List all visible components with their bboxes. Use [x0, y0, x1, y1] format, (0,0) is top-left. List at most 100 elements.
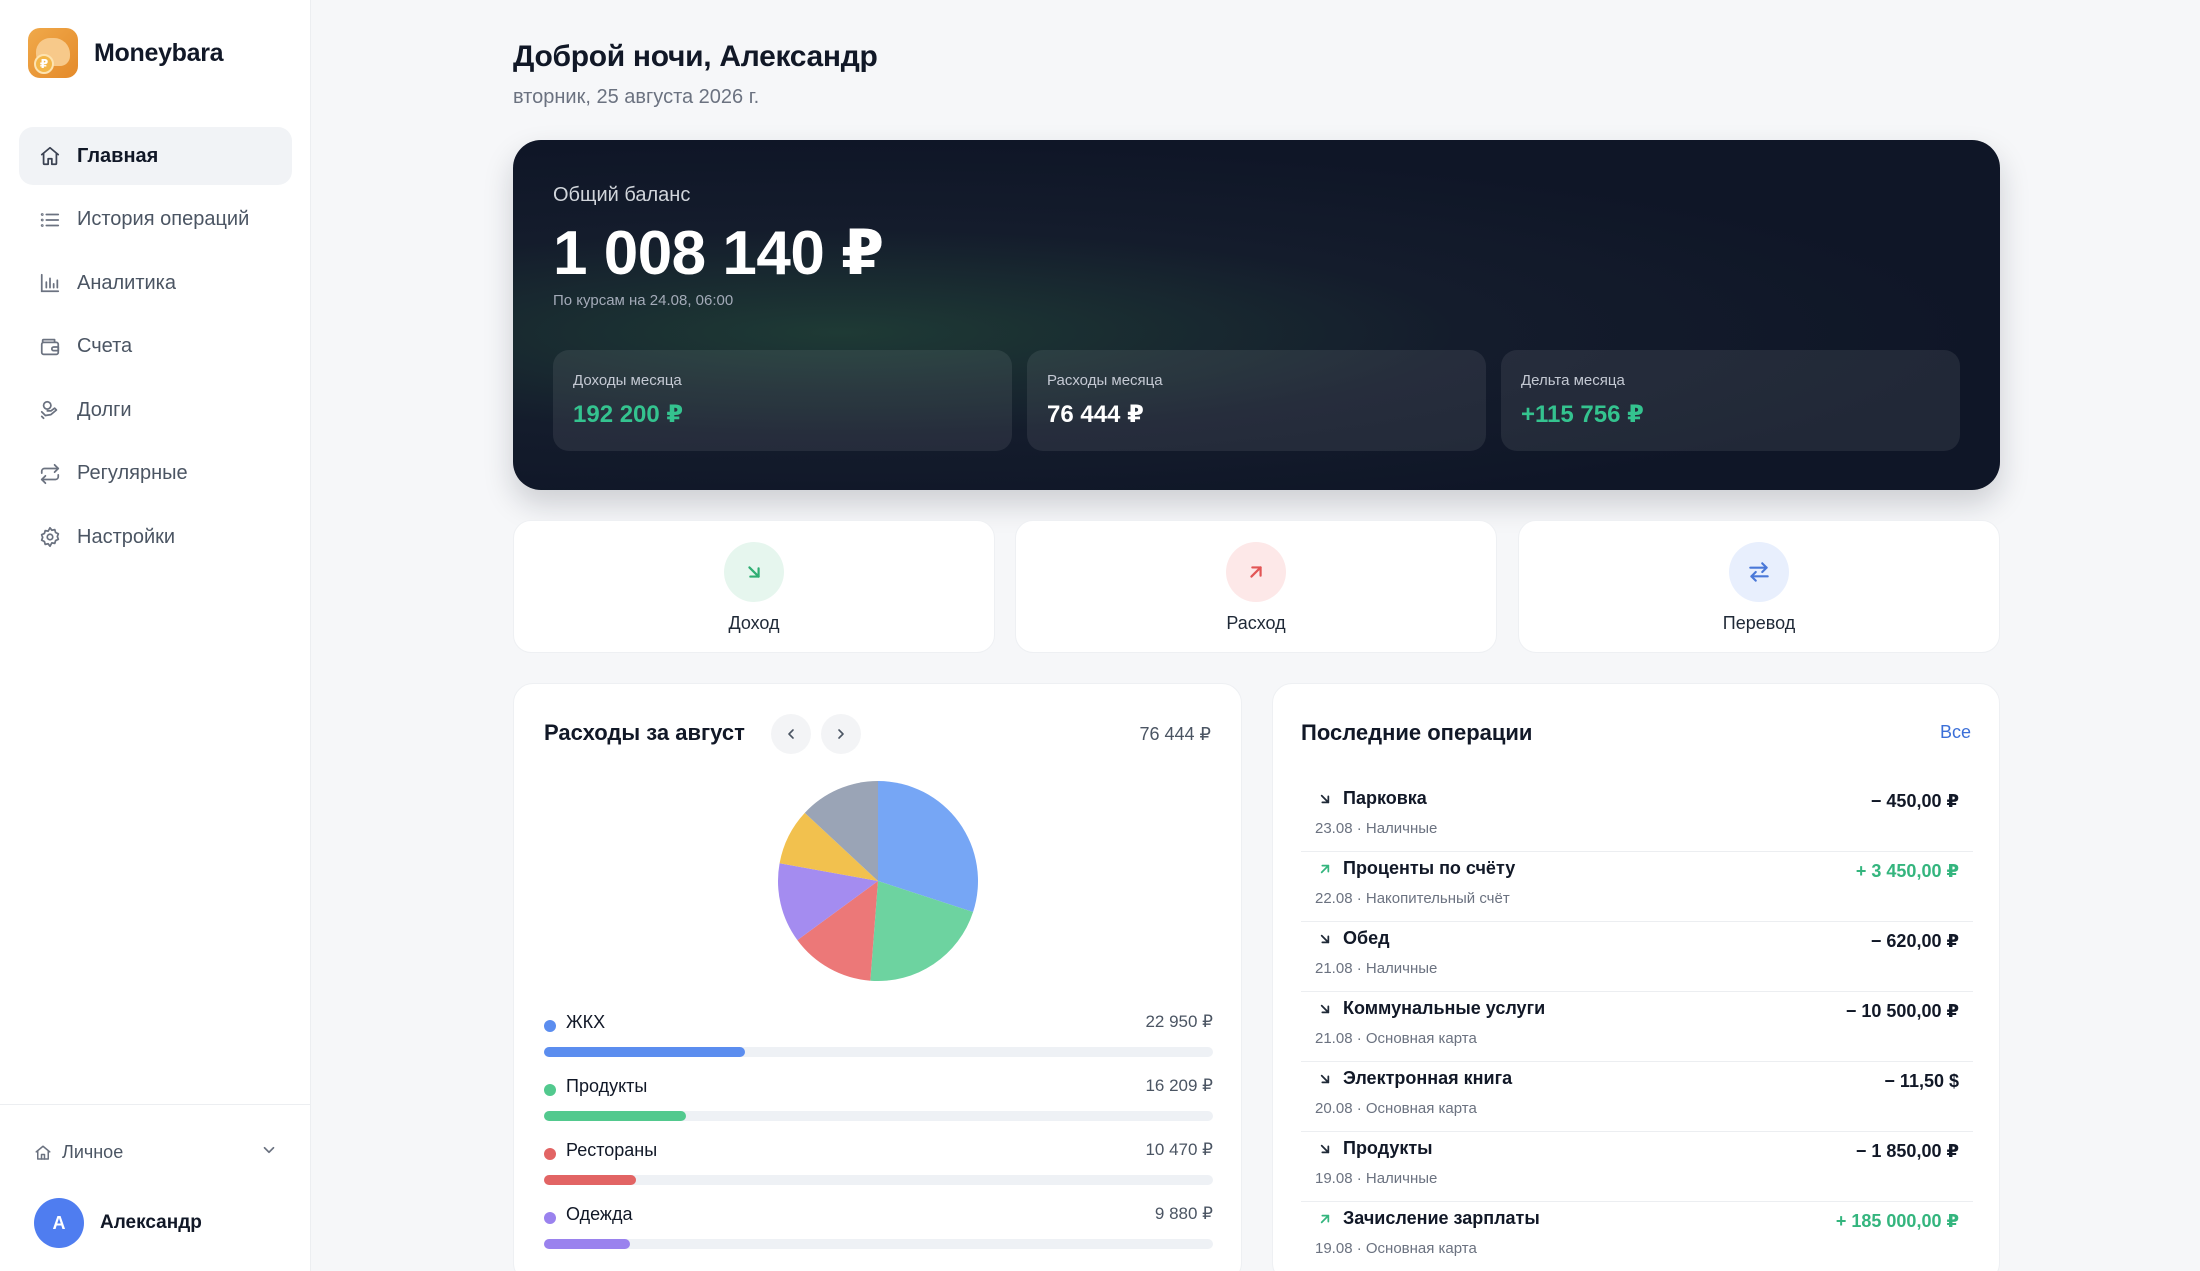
operation-name: Обед — [1343, 928, 1390, 948]
profile-switcher[interactable]: Личное — [34, 1141, 278, 1164]
operation-name: Коммунальные услуги — [1343, 998, 1546, 1018]
operation-row[interactable]: Продукты 19.08 · Наличные − 1 850,00 ₽ — [1301, 1132, 1973, 1202]
brand[interactable]: ₽ Moneybara — [28, 28, 224, 78]
add-income-button[interactable]: Доход — [513, 520, 995, 653]
wallet-icon — [37, 334, 63, 360]
operation-name: Проценты по счёту — [1343, 858, 1516, 878]
sidebar-footer: Личное А Александр — [0, 1104, 311, 1271]
next-month-button[interactable] — [821, 714, 861, 754]
category-row[interactable]: Рестораны 10 470 ₽ — [544, 1139, 1213, 1203]
operation-amount: − 10 500,00 ₽ — [1845, 1001, 1959, 1021]
sidebar-item-analytics[interactable]: Аналитика — [19, 254, 292, 312]
category-progress-track — [544, 1239, 1213, 1249]
view-all-link[interactable]: Все — [1940, 722, 1971, 743]
operation-row[interactable]: Обед 21.08 · Наличные − 620,00 ₽ — [1301, 922, 1973, 992]
category-progress-fill — [544, 1111, 686, 1121]
category-progress-fill — [544, 1047, 745, 1057]
action-label: Доход — [728, 613, 780, 633]
category-name: Одежда — [566, 1204, 633, 1224]
arrow-up-right-icon — [1320, 864, 1330, 874]
category-progress-fill — [544, 1175, 636, 1185]
operation-meta: 22.08 · Накопительный счёт — [1315, 890, 1510, 907]
sidebar-item-label: Аналитика — [77, 271, 176, 294]
recent-operations-panel: Последние операции Все Парковка 23.08 · Н… — [1272, 683, 2000, 1271]
operations-list: Парковка 23.08 · Наличные − 450,00 ₽ Процен… — [1301, 782, 1973, 1271]
stat-value: 76 444 ₽ — [1047, 401, 1144, 428]
arrow-down-right-icon — [1320, 1144, 1330, 1154]
category-amount: 16 209 ₽ — [1145, 1076, 1213, 1095]
chevron-down-icon — [260, 1141, 278, 1164]
operation-name: Продукты — [1343, 1138, 1433, 1158]
current-date: вторник, 25 августа 2026 г. — [513, 86, 760, 108]
expenses-total: 76 444 ₽ — [1139, 724, 1211, 744]
sidebar-item-label: Долги — [77, 398, 132, 421]
add-expense-button[interactable]: Расход — [1015, 520, 1497, 653]
operation-row[interactable]: Проценты по счёту 22.08 · Накопительный с… — [1301, 852, 1973, 922]
arrow-down-right-icon — [1320, 1004, 1330, 1014]
arrow-down-right-icon — [1320, 934, 1330, 944]
prev-month-button[interactable] — [771, 714, 811, 754]
category-progress-track — [544, 1047, 1213, 1057]
expenses-panel: Расходы за август 76 444 ₽ ЖКХ 22 950 ₽ Пр… — [513, 683, 1242, 1271]
category-name: ЖКХ — [566, 1012, 606, 1032]
add-transfer-button[interactable]: Перевод — [1518, 520, 2000, 653]
operation-name: Парковка — [1343, 788, 1427, 808]
sidebar-nav: Главная История операций Аналитика Счета… — [19, 127, 292, 572]
action-label: Расход — [1226, 613, 1286, 633]
category-dot — [544, 1020, 556, 1032]
category-progress-track — [544, 1175, 1213, 1185]
sidebar-item-accounts[interactable]: Счета — [19, 318, 292, 376]
operation-amount: − 450,00 ₽ — [1870, 791, 1959, 811]
sidebar-item-recurring[interactable]: Регулярные — [19, 445, 292, 503]
sidebar-item-history[interactable]: История операций — [19, 191, 292, 249]
operation-meta: 23.08 · Наличные — [1315, 820, 1438, 837]
sidebar-item-settings[interactable]: Настройки — [19, 508, 292, 566]
stat-expenses: Расходы месяца 76 444 ₽ — [1027, 350, 1486, 451]
stat-label: Доходы месяца — [573, 372, 682, 389]
arrow-down-right-icon — [724, 542, 784, 602]
operation-meta: 19.08 · Основная карта — [1315, 1240, 1477, 1257]
category-row[interactable]: Одежда 9 880 ₽ — [544, 1203, 1213, 1267]
category-name: Рестораны — [566, 1140, 658, 1160]
sidebar-item-label: Главная — [77, 144, 159, 167]
chevron-right-icon — [833, 726, 849, 742]
home-icon — [37, 143, 63, 169]
category-row[interactable]: Продукты 16 209 ₽ — [544, 1075, 1213, 1139]
category-progress-fill — [544, 1239, 631, 1249]
balance-rate-note: По курсам на 24.08, 06:00 — [553, 292, 734, 309]
stat-label: Дельта месяца — [1521, 372, 1625, 389]
quick-actions: Доход Расход Перевод — [513, 520, 2000, 653]
category-dot — [544, 1148, 556, 1160]
operation-row[interactable]: Зачисление зарплаты 19.08 · Основная карт… — [1301, 1202, 1973, 1271]
operation-name: Электронная книга — [1343, 1068, 1513, 1088]
operation-row[interactable]: Парковка 23.08 · Наличные − 450,00 ₽ — [1301, 782, 1973, 852]
operation-row[interactable]: Коммунальные услуги 21.08 · Основная карт… — [1301, 992, 1973, 1062]
action-label: Перевод — [1722, 613, 1796, 633]
operation-row[interactable]: Электронная книга 20.08 · Основная карта −… — [1301, 1062, 1973, 1132]
bar-chart-icon — [37, 270, 63, 296]
operation-amount: + 185 000,00 ₽ — [1835, 1211, 1959, 1231]
sidebar-item-debts[interactable]: Долги — [19, 381, 292, 439]
category-dot — [544, 1212, 556, 1224]
arrow-up-right-icon — [1320, 1214, 1330, 1224]
operation-meta: 20.08 · Основная карта — [1315, 1100, 1477, 1117]
sidebar-item-home[interactable]: Главная — [19, 127, 292, 185]
sidebar-item-label: Настройки — [77, 525, 176, 548]
category-row[interactable]: ЖКХ 22 950 ₽ — [544, 1011, 1213, 1075]
operation-meta: 21.08 · Основная карта — [1315, 1030, 1477, 1047]
category-amount: 10 470 ₽ — [1145, 1140, 1213, 1159]
arrow-down-right-icon — [1320, 1074, 1330, 1084]
balance-label: Общий баланс — [553, 184, 691, 206]
operation-amount: − 11,50 $ — [1884, 1071, 1959, 1091]
stat-delta: Дельта месяца +115 756 ₽ — [1501, 350, 1960, 451]
operation-amount: − 1 850,00 ₽ — [1855, 1141, 1959, 1161]
sidebar-item-label: Регулярные — [77, 462, 188, 484]
operation-amount: − 620,00 ₽ — [1870, 931, 1959, 951]
user-profile[interactable]: А Александр — [34, 1198, 202, 1248]
avatar: А — [34, 1198, 84, 1248]
stat-value: +115 756 ₽ — [1521, 401, 1644, 428]
stat-income: Доходы месяца 192 200 ₽ — [553, 350, 1012, 451]
operation-name: Зачисление зарплаты — [1343, 1208, 1540, 1228]
chevron-left-icon — [783, 726, 799, 742]
transfer-icon — [1729, 542, 1789, 602]
